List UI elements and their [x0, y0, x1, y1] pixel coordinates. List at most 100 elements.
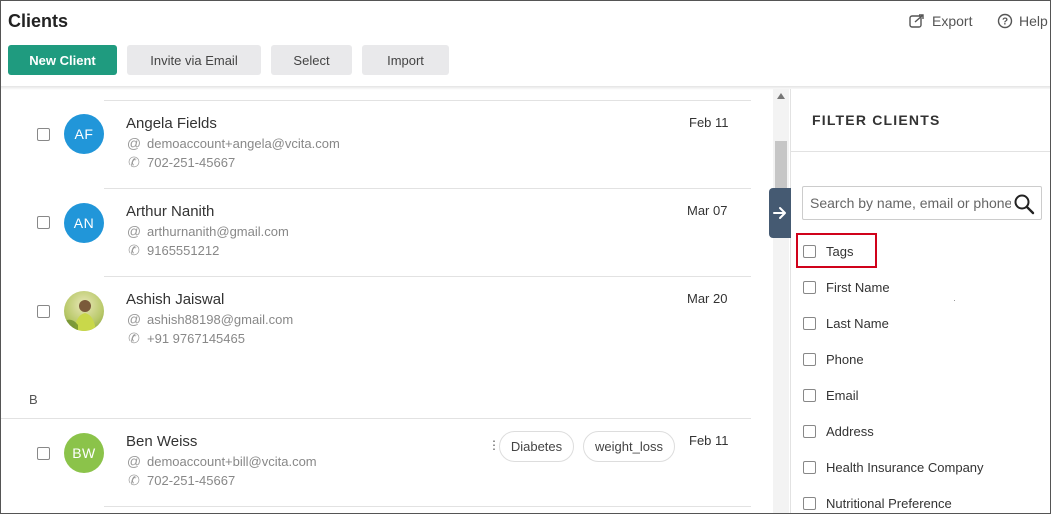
search-icon[interactable] — [1013, 193, 1035, 215]
export-icon — [909, 14, 924, 28]
filter-panel: FILTER CLIENTS Tags First Name Last Name… — [790, 89, 1050, 513]
filter-option-email[interactable]: Email — [803, 388, 859, 403]
filter-checkbox[interactable] — [803, 245, 816, 258]
section-letter-b: B — [29, 392, 38, 407]
client-date: Feb 11 — [689, 115, 729, 130]
filter-option-first-name[interactable]: First Name — [803, 280, 890, 295]
client-select-checkbox[interactable] — [37, 216, 50, 229]
client-date: Mar 20 — [687, 291, 728, 306]
client-email-text: demoaccount+bill@vcita.com — [147, 453, 317, 469]
export-link[interactable]: Export — [909, 13, 972, 29]
filter-checkbox[interactable] — [803, 425, 816, 438]
avatar: AF — [64, 114, 104, 154]
filter-option-label: Health Insurance Company — [826, 460, 984, 475]
email-icon: @ — [126, 135, 142, 151]
filter-option-phone[interactable]: Phone — [803, 352, 864, 367]
client-email-text: demoaccount+angela@vcita.com — [147, 135, 340, 151]
client-phone: ✆ +91 9767145465 — [126, 330, 245, 347]
avatar-initials: BW — [72, 445, 96, 461]
client-select-checkbox[interactable] — [37, 305, 50, 318]
filter-title: FILTER CLIENTS — [812, 112, 941, 128]
avatar: AN — [64, 203, 104, 243]
filter-checkbox[interactable] — [803, 497, 816, 510]
phone-icon: ✆ — [128, 242, 140, 258]
phone-icon: ✆ — [128, 330, 140, 346]
filter-checkbox[interactable] — [803, 461, 816, 474]
page-title: Clients — [8, 11, 69, 31]
email-icon: @ — [126, 223, 142, 239]
phone-icon: ✆ — [128, 472, 140, 488]
scroll-thumb[interactable] — [775, 141, 787, 189]
filter-option-tags[interactable]: Tags — [803, 244, 853, 259]
filter-option-label: First Name — [826, 280, 890, 295]
client-date: Feb 11 — [689, 433, 729, 448]
email-icon: @ — [126, 453, 142, 469]
client-name[interactable]: Arthur Nanith — [126, 203, 214, 220]
avatar-photo — [64, 291, 104, 331]
import-button[interactable]: Import — [362, 45, 449, 75]
filter-divider — [791, 151, 1050, 152]
filter-option-label: Tags — [826, 244, 854, 259]
filter-search-input[interactable] — [803, 188, 1011, 218]
list-scrollbar[interactable] — [773, 89, 789, 513]
help-label: Help — [1019, 13, 1048, 29]
email-icon: @ — [126, 311, 142, 327]
filter-search-box — [802, 186, 1042, 220]
filter-option-label: Email — [826, 388, 859, 403]
filter-option-label: Address — [826, 424, 874, 439]
client-name[interactable]: Angela Fields — [126, 115, 217, 132]
client-phone-text: 9165551212 — [147, 243, 220, 258]
help-link[interactable]: ? Help — [997, 13, 1048, 29]
avatar-initials: AF — [74, 126, 94, 142]
client-phone-text: +91 9767145465 — [147, 331, 245, 346]
client-email: @ arthurnanith@gmail.com — [126, 223, 289, 239]
filter-panel-toggle[interactable] — [769, 188, 791, 238]
svg-text:?: ? — [1002, 17, 1008, 28]
tag-chip[interactable]: Diabetes — [499, 431, 574, 462]
filter-checkbox[interactable] — [803, 317, 816, 330]
filter-option-last-name[interactable]: Last Name — [803, 316, 889, 331]
section-divider — [1, 418, 751, 419]
client-email: @ demoaccount+bill@vcita.com — [126, 453, 317, 469]
help-icon: ? — [997, 13, 1013, 29]
client-list: AF Angela Fields @ demoaccount+angela@vc… — [1, 89, 773, 513]
client-select-checkbox[interactable] — [37, 447, 50, 460]
arrow-right-icon — [773, 207, 786, 219]
filter-checkbox[interactable] — [803, 389, 816, 402]
client-email: @ demoaccount+angela@vcita.com — [126, 135, 340, 151]
export-label: Export — [932, 13, 973, 29]
invite-via-email-button[interactable]: Invite via Email — [127, 45, 261, 75]
client-phone: ✆ 702-251-45667 — [126, 472, 235, 489]
client-phone-text: 702-251-45667 — [147, 473, 236, 488]
client-phone: ✆ 702-251-45667 — [126, 154, 235, 171]
filter-checkbox[interactable] — [803, 353, 816, 366]
select-button[interactable]: Select — [271, 45, 352, 75]
client-email-text: arthurnanith@gmail.com — [147, 223, 289, 239]
filter-option-health-insurance-company[interactable]: Health Insurance Company — [803, 460, 984, 475]
filter-option-nutritional-preference[interactable]: Nutritional Preference — [803, 496, 952, 511]
row-divider — [104, 506, 751, 507]
filter-option-label: Phone — [826, 352, 864, 367]
tag-chip[interactable]: weight_loss — [583, 431, 675, 462]
avatar-initials: AN — [73, 215, 95, 231]
app-window: Clients Export ? Help New Client Invite … — [0, 0, 1051, 514]
client-date: Mar 07 — [687, 203, 728, 218]
avatar: BW — [64, 433, 104, 473]
new-client-button[interactable]: New Client — [8, 45, 117, 75]
row-divider — [104, 100, 751, 101]
client-name[interactable]: Ben Weiss — [126, 433, 197, 450]
scroll-up-arrow-icon[interactable] — [777, 93, 785, 99]
stray-mark — [954, 300, 955, 301]
client-phone: ✆ 9165551212 — [126, 242, 219, 259]
client-email: @ ashish88198@gmail.com — [126, 311, 293, 327]
client-select-checkbox[interactable] — [37, 128, 50, 141]
filter-option-address[interactable]: Address — [803, 424, 874, 439]
row-divider — [104, 276, 751, 277]
filter-checkbox[interactable] — [803, 281, 816, 294]
client-email-text: ashish88198@gmail.com — [147, 311, 294, 327]
client-name[interactable]: Ashish Jaiswal — [126, 291, 224, 308]
filter-option-label: Last Name — [826, 316, 889, 331]
phone-icon: ✆ — [128, 154, 140, 170]
filter-option-label: Nutritional Preference — [826, 496, 952, 511]
client-phone-text: 702-251-45667 — [147, 155, 236, 170]
